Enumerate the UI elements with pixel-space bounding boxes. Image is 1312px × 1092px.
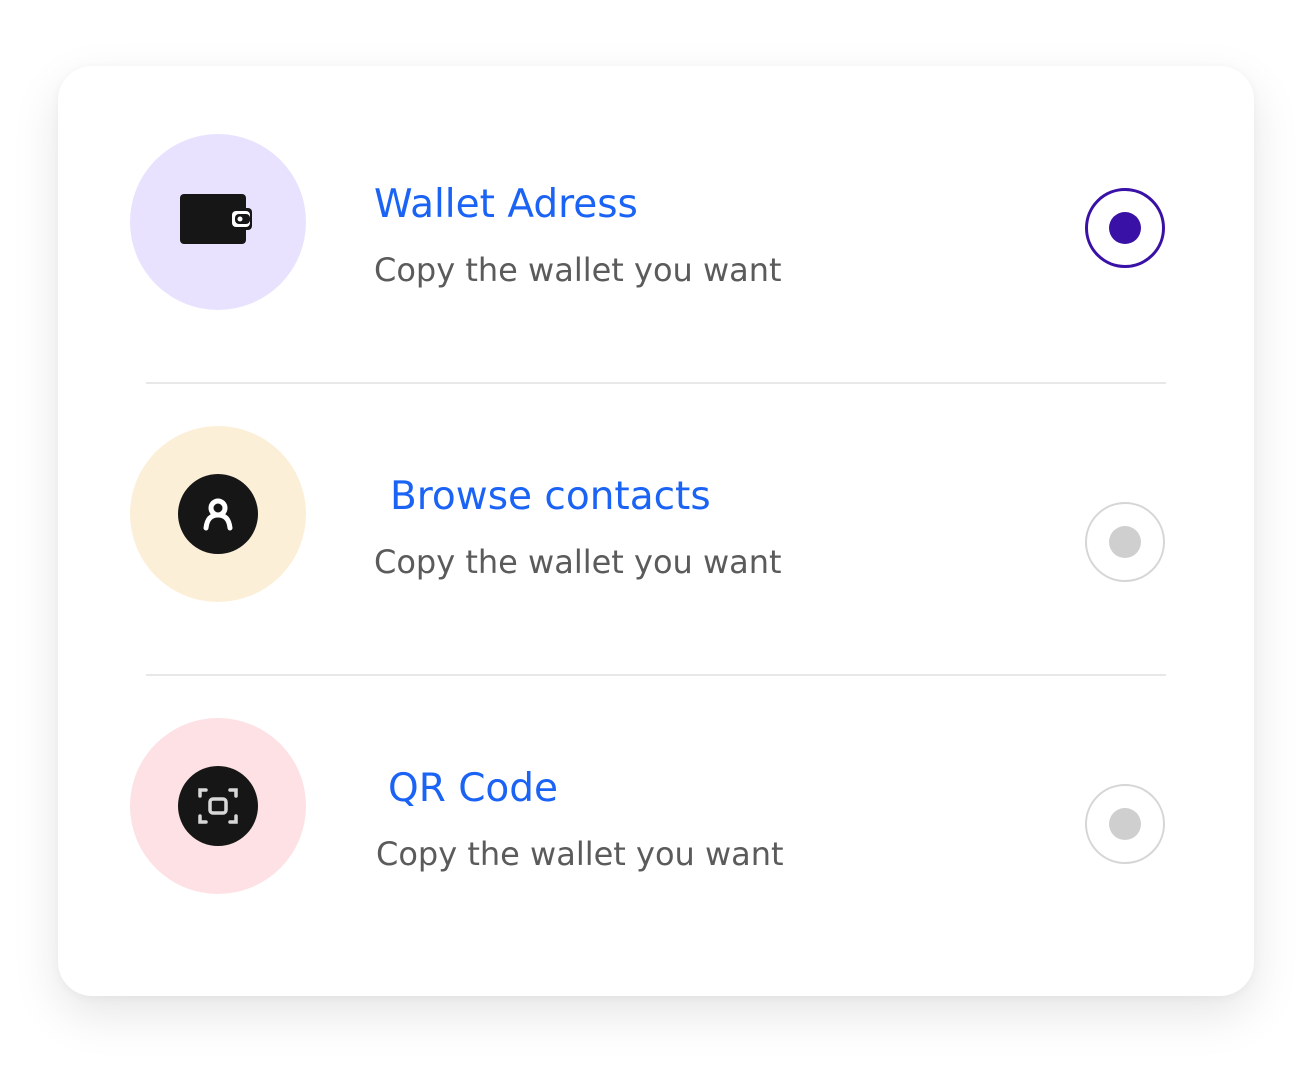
option-title: QR Code xyxy=(388,766,559,811)
option-wallet-address[interactable]: Wallet Adress Copy the wallet you want xyxy=(58,134,1254,310)
option-subtitle: Copy the wallet you want xyxy=(374,251,782,289)
contact-icon-circle xyxy=(130,426,306,602)
radio-dot xyxy=(1109,212,1141,244)
radio-qr-code[interactable] xyxy=(1085,784,1165,864)
contact-icon xyxy=(178,474,258,554)
radio-dot xyxy=(1109,526,1141,558)
radio-dot xyxy=(1109,808,1141,840)
radio-browse-contacts[interactable] xyxy=(1085,502,1165,582)
wallet-icon xyxy=(180,194,252,244)
option-title: Browse contacts xyxy=(390,474,711,519)
qr-scan-icon xyxy=(178,766,258,846)
option-subtitle: Copy the wallet you want xyxy=(374,543,782,581)
option-qr-code[interactable]: QR Code Copy the wallet you want xyxy=(58,718,1254,894)
option-browse-contacts[interactable]: Browse contacts Copy the wallet you want xyxy=(58,426,1254,602)
wallet-icon-circle xyxy=(130,134,306,310)
qr-icon-circle xyxy=(130,718,306,894)
divider xyxy=(146,382,1166,384)
option-title: Wallet Adress xyxy=(374,182,638,227)
radio-wallet-address-selected[interactable] xyxy=(1085,188,1165,268)
option-subtitle: Copy the wallet you want xyxy=(376,835,784,873)
option-card: Wallet Adress Copy the wallet you want B… xyxy=(58,66,1254,996)
divider xyxy=(146,674,1166,676)
